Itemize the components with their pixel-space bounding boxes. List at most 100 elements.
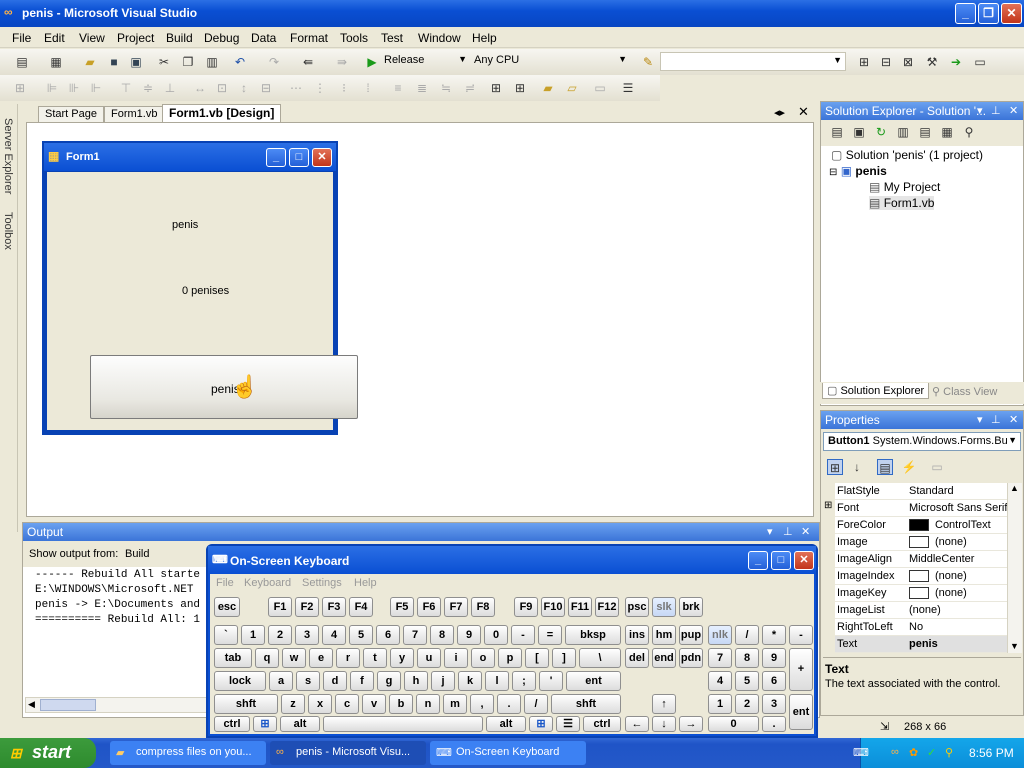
key-f10[interactable]: F10 [541, 597, 565, 617]
menu-data[interactable]: Data [251, 31, 276, 45]
key-left-alt[interactable]: alt [280, 716, 320, 732]
start-debugging-icon[interactable]: ▶ [364, 54, 380, 70]
key-num-divide[interactable]: / [735, 625, 759, 645]
key-l[interactable]: l [485, 671, 509, 691]
key-u[interactable]: u [417, 648, 441, 668]
close-document-icon[interactable]: ✕ [798, 104, 809, 120]
key-o[interactable]: o [471, 648, 495, 668]
tab-class-view[interactable]: ⚲ Class View [928, 384, 1001, 399]
window-position-icon[interactable]: ▾ [977, 104, 983, 117]
key-enter[interactable]: ent [566, 671, 621, 691]
restore-button[interactable]: ❐ [978, 3, 999, 24]
key-semicolon[interactable]: ; [512, 671, 536, 691]
key-f2[interactable]: F2 [295, 597, 319, 617]
scroll-down-icon[interactable]: ▼ [1010, 641, 1019, 651]
key-8[interactable]: 8 [430, 625, 454, 645]
menu-help[interactable]: Help [472, 31, 497, 45]
menu-build[interactable]: Build [166, 31, 193, 45]
keyboard-menu-file[interactable]: File [216, 577, 234, 589]
key-num-9[interactable]: 9 [762, 648, 786, 668]
key-t[interactable]: t [363, 648, 387, 668]
find-in-files-icon[interactable]: ✎ [640, 54, 656, 70]
key-num-decimal[interactable]: . [762, 716, 786, 732]
key-y[interactable]: y [390, 648, 414, 668]
key-i[interactable]: i [444, 648, 468, 668]
key-r[interactable]: r [336, 648, 360, 668]
window-position-icon[interactable]: ▾ [767, 525, 773, 538]
tab-form1-vb[interactable]: Form1.vb [104, 106, 165, 122]
output-horizontal-scrollbar[interactable]: ◀ [25, 697, 209, 713]
key-6[interactable]: 6 [376, 625, 400, 645]
key-num-minus[interactable]: - [789, 625, 813, 645]
menu-file[interactable]: File [12, 31, 31, 45]
tree-item-project[interactable]: ⊟ ▣ penis [829, 164, 887, 178]
center-vertically-icon[interactable]: ⊞ [512, 80, 528, 96]
copy-icon[interactable]: ❐ [180, 54, 196, 70]
key-esc[interactable]: esc [214, 597, 240, 617]
categorized-icon[interactable]: ⊞ [827, 459, 843, 475]
key-f4[interactable]: F4 [349, 597, 373, 617]
properties-scrollbar[interactable]: ▲ ▼ [1007, 483, 1022, 653]
property-row[interactable]: ImageAlign MiddleCenter [835, 551, 1007, 568]
menu-view[interactable]: View [79, 31, 105, 45]
key-f3[interactable]: F3 [322, 597, 346, 617]
key-j[interactable]: j [431, 671, 455, 691]
lock-controls-icon[interactable]: ▭ [592, 80, 608, 96]
key-0[interactable]: 0 [484, 625, 508, 645]
key-right-alt[interactable]: alt [486, 716, 526, 732]
menu-window[interactable]: Window [418, 31, 461, 45]
keyboard-minimize-button[interactable]: _ [748, 551, 768, 570]
minimize-button[interactable]: _ [955, 3, 976, 24]
key-numlock[interactable]: nlk [708, 625, 732, 645]
taskbar-item-keyboard[interactable]: ⌨ On-Screen Keyboard [430, 741, 586, 765]
key-arrow-down[interactable]: ↓ [652, 716, 676, 732]
key-9[interactable]: 9 [457, 625, 481, 645]
key-quote[interactable]: ' [539, 671, 563, 691]
key-k[interactable]: k [458, 671, 482, 691]
align-lefts-icon[interactable]: ⊫ [44, 80, 60, 96]
key-comma[interactable]: , [470, 694, 494, 714]
remove-horizontal-spacing-icon[interactable]: ⁞ [360, 80, 376, 96]
key-f5[interactable]: F5 [390, 597, 414, 617]
horizontal-spacing-decrease-icon[interactable]: ⁝ [336, 80, 352, 96]
key-f11[interactable]: F11 [568, 597, 592, 617]
close-button[interactable]: ✕ [1001, 3, 1022, 24]
tree-item-form1[interactable]: ▤ Form1.vb [869, 196, 935, 210]
key-num-8[interactable]: 8 [735, 648, 759, 668]
key-arrow-left[interactable]: ← [625, 716, 649, 732]
key-brk[interactable]: brk [679, 597, 703, 617]
send-to-back-icon[interactable]: ▱ [564, 80, 580, 96]
make-same-size-icon[interactable]: ⊟ [258, 80, 274, 96]
view-class-diagram-icon[interactable]: ⚲ [961, 124, 977, 140]
menu-test[interactable]: Test [381, 31, 403, 45]
windows-key-icon[interactable]: ⊞ [253, 716, 277, 732]
key-h[interactable]: h [404, 671, 428, 691]
key-right-bracket[interactable]: ] [552, 648, 576, 668]
scroll-thumb[interactable] [40, 699, 96, 711]
horizontal-spacing-equal-icon[interactable]: ⋯ [288, 80, 304, 96]
collapse-icon[interactable]: ⊟ [829, 167, 837, 178]
key-page-up[interactable]: pup [679, 625, 703, 645]
save-icon[interactable]: ■ [106, 54, 122, 70]
events-icon[interactable]: ⚡ [901, 459, 917, 475]
align-centers-icon[interactable]: ⊪ [66, 80, 82, 96]
close-panel-icon[interactable]: ✕ [801, 525, 810, 538]
key-num-3[interactable]: 3 [762, 694, 786, 714]
undo-icon[interactable]: ↶ [232, 54, 248, 70]
navigate-forward-icon[interactable]: ⇛ [334, 54, 350, 70]
key-m[interactable]: m [443, 694, 467, 714]
key-d[interactable]: d [323, 671, 347, 691]
key-num-5[interactable]: 5 [735, 671, 759, 691]
key-f[interactable]: f [350, 671, 374, 691]
property-row[interactable]: Image (none) [835, 534, 1007, 551]
key-insert[interactable]: ins [625, 625, 649, 645]
command-window-icon[interactable]: ▭ [972, 54, 988, 70]
messenger-tray-icon[interactable]: ✿ [909, 746, 918, 759]
key-n[interactable]: n [416, 694, 440, 714]
security-tray-icon[interactable]: ✓ [927, 746, 936, 759]
keyboard-tray-icon[interactable]: ⌨ [853, 746, 869, 759]
key-left-shift[interactable]: shft [214, 694, 278, 714]
key-delete[interactable]: del [625, 648, 649, 668]
tab-start-page[interactable]: Start Page [38, 106, 104, 122]
key-space[interactable] [323, 716, 483, 732]
